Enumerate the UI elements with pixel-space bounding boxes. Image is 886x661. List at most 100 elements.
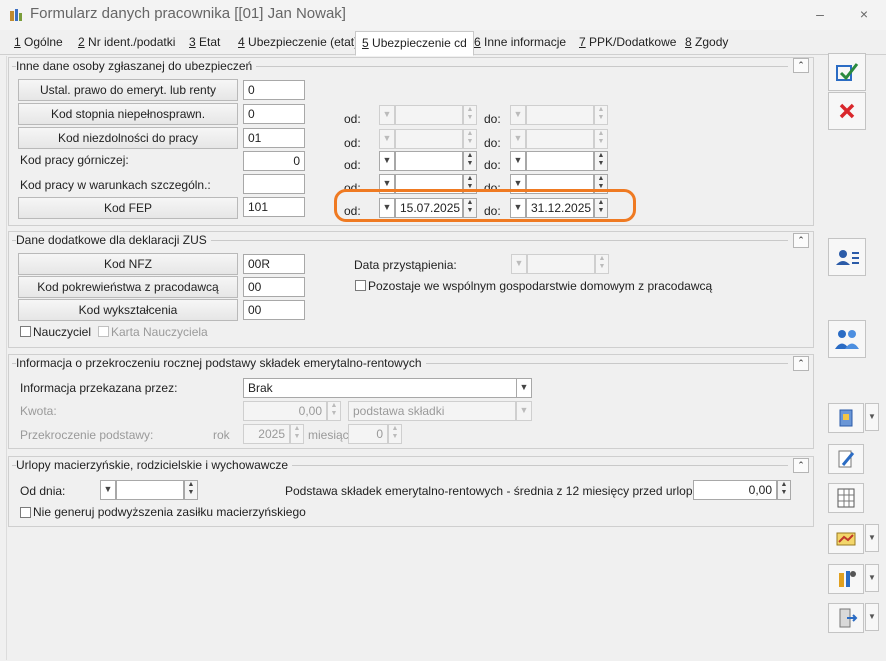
tab-ubezpieczenie-etat[interactable]: 4 Ubezpieczenie (etat) — [232, 31, 364, 55]
podstawa-dropdown[interactable]: ▼ — [516, 401, 532, 421]
tab-zgody[interactable]: 8 Zgody — [679, 31, 734, 55]
kod-nfz-button[interactable]: Kod NFZ — [18, 253, 238, 275]
collapse-button[interactable]: ⌃ — [793, 458, 809, 473]
spin-up-icon[interactable]: ▲ — [595, 199, 607, 207]
kwota-input[interactable]: 0,00 — [243, 401, 327, 421]
date-to-input[interactable] — [526, 151, 594, 171]
date-to-input[interactable] — [526, 129, 594, 149]
document-dropdown[interactable]: ▼ — [865, 403, 879, 431]
spin-down-icon[interactable]: ▼ — [778, 489, 790, 497]
date-from-spinner[interactable]: ▲ ▼ — [463, 198, 477, 218]
kod-nfz-input[interactable]: 00R — [243, 254, 305, 274]
tab-etat[interactable]: 3 Etat — [183, 31, 226, 55]
spin-down-icon[interactable]: ▼ — [464, 138, 476, 146]
spin-up-icon[interactable]: ▲ — [464, 175, 476, 183]
spin-down-icon[interactable]: ▼ — [464, 207, 476, 215]
tab-nr-ident[interactable]: 2 Nr ident./podatki — [72, 31, 181, 55]
spin-up-icon[interactable]: ▲ — [595, 130, 607, 138]
tools-button[interactable] — [828, 564, 864, 594]
kod-fep-input[interactable]: 101 — [243, 197, 305, 217]
spin-up-icon[interactable]: ▲ — [595, 106, 607, 114]
date-to-spinner[interactable]: ▲ ▼ — [594, 151, 608, 171]
date-to-dropdown[interactable]: ▼ — [510, 105, 526, 125]
spin-up-icon[interactable]: ▲ — [464, 106, 476, 114]
cancel-button[interactable] — [828, 92, 866, 130]
ustal-prawo-button[interactable]: Ustal. prawo do emeryt. lub renty — [18, 79, 238, 101]
spin-down-icon[interactable]: ▼ — [291, 433, 303, 441]
spin-up-icon[interactable]: ▲ — [328, 402, 340, 410]
spin-up-icon[interactable]: ▲ — [464, 152, 476, 160]
tab-ubezpieczenie-cd[interactable]: 5 Ubezpieczenie cd — [355, 31, 474, 56]
minimize-button[interactable]: – — [806, 4, 834, 26]
collapse-button[interactable]: ⌃ — [793, 356, 809, 371]
spin-down-icon[interactable]: ▼ — [185, 489, 197, 497]
tab-ppk[interactable]: 7 PPK/Dodatkowe — [573, 31, 682, 55]
spin-down-icon[interactable]: ▼ — [464, 114, 476, 122]
tab-inne-informacje[interactable]: 6 Inne informacje — [468, 31, 572, 55]
collapse-button[interactable]: ⌃ — [793, 58, 809, 73]
data-przystapienia-input[interactable] — [527, 254, 595, 274]
spin-down-icon[interactable]: ▼ — [389, 433, 401, 441]
podstawa-skladek-spinner[interactable]: ▲ ▼ — [777, 480, 791, 500]
date-to-dropdown[interactable]: ▼ — [510, 198, 526, 218]
date-from-input[interactable] — [395, 129, 463, 149]
date-from-dropdown[interactable]: ▼ — [379, 129, 395, 149]
spin-up-icon[interactable]: ▲ — [595, 152, 607, 160]
chart-dropdown[interactable]: ▼ — [865, 524, 879, 552]
exit-dropdown[interactable]: ▼ — [865, 603, 879, 631]
kod-wyksztalcenia-button[interactable]: Kod wykształcenia — [18, 299, 238, 321]
spin-up-icon[interactable]: ▲ — [596, 255, 608, 263]
date-to-dropdown[interactable]: ▼ — [510, 151, 526, 171]
document-button[interactable] — [828, 403, 864, 433]
rok-spinner[interactable]: ▲ ▼ — [290, 424, 304, 444]
kod-pokrewienstwa-input[interactable]: 00 — [243, 277, 305, 297]
date-from-input[interactable] — [395, 151, 463, 171]
spin-down-icon[interactable]: ▼ — [328, 410, 340, 418]
spin-down-icon[interactable]: ▼ — [595, 207, 607, 215]
kod-pracy-warunki-input[interactable] — [243, 174, 305, 194]
kod-niezdolnosci-input[interactable]: 01 — [243, 128, 305, 148]
kod-niezdolnosci-button[interactable]: Kod niezdolności do pracy — [18, 127, 238, 149]
family-members-button[interactable] — [828, 320, 866, 358]
podstawa-skladek-input[interactable]: 0,00 — [693, 480, 777, 500]
spin-down-icon[interactable]: ▼ — [595, 160, 607, 168]
edit-button[interactable] — [828, 444, 864, 474]
od-dnia-dropdown[interactable]: ▼ — [100, 480, 116, 500]
table-button[interactable] — [828, 483, 864, 513]
kod-wyksztalcenia-input[interactable]: 00 — [243, 300, 305, 320]
employee-card-button[interactable] — [828, 238, 866, 276]
save-button[interactable] — [828, 53, 866, 91]
date-to-spinner[interactable]: ▲ ▼ — [594, 198, 608, 218]
informacja-przekazana-select[interactable]: Brak — [243, 378, 517, 398]
date-from-input[interactable] — [395, 105, 463, 125]
date-to-spinner[interactable]: ▲ ▼ — [594, 105, 608, 125]
date-to-input[interactable] — [526, 105, 594, 125]
collapse-button[interactable]: ⌃ — [793, 233, 809, 248]
rok-input[interactable]: 2025 — [243, 424, 290, 444]
kod-fep-button[interactable]: Kod FEP — [18, 197, 238, 219]
karta-nauczyciela-checkbox[interactable] — [98, 326, 109, 337]
fep-date-to-input[interactable]: 31.12.2025 — [526, 198, 594, 218]
od-dnia-spinner[interactable]: ▲ ▼ — [184, 480, 198, 500]
kod-pracy-gorniczej-input[interactable]: 0 — [243, 151, 305, 171]
podstawa-skladki-select[interactable]: podstawa składki — [348, 401, 516, 421]
chart-button[interactable] — [828, 524, 864, 554]
date-from-dropdown[interactable]: ▼ — [379, 105, 395, 125]
date-from-dropdown[interactable]: ▼ — [379, 198, 395, 218]
data-przystapienia-dropdown[interactable]: ▼ — [511, 254, 527, 274]
spin-up-icon[interactable]: ▲ — [778, 481, 790, 489]
date-to-dropdown[interactable]: ▼ — [510, 129, 526, 149]
tab-ogolne[interactable]: 1 Ogólne — [8, 31, 69, 55]
ustal-prawo-input[interactable]: 0 — [243, 80, 305, 100]
date-from-spinner[interactable]: ▲ ▼ — [463, 105, 477, 125]
kod-pokrewienstwa-button[interactable]: Kod pokrewieństwa z pracodawcą — [18, 276, 238, 298]
spin-up-icon[interactable]: ▲ — [464, 199, 476, 207]
miesiac-spinner[interactable]: ▲ ▼ — [388, 424, 402, 444]
kod-stopnia-input[interactable]: 0 — [243, 104, 305, 124]
spin-down-icon[interactable]: ▼ — [596, 263, 608, 271]
exit-button[interactable] — [828, 603, 864, 633]
spin-down-icon[interactable]: ▼ — [595, 114, 607, 122]
spin-up-icon[interactable]: ▲ — [185, 481, 197, 489]
spin-down-icon[interactable]: ▼ — [464, 160, 476, 168]
tools-dropdown[interactable]: ▼ — [865, 564, 879, 592]
